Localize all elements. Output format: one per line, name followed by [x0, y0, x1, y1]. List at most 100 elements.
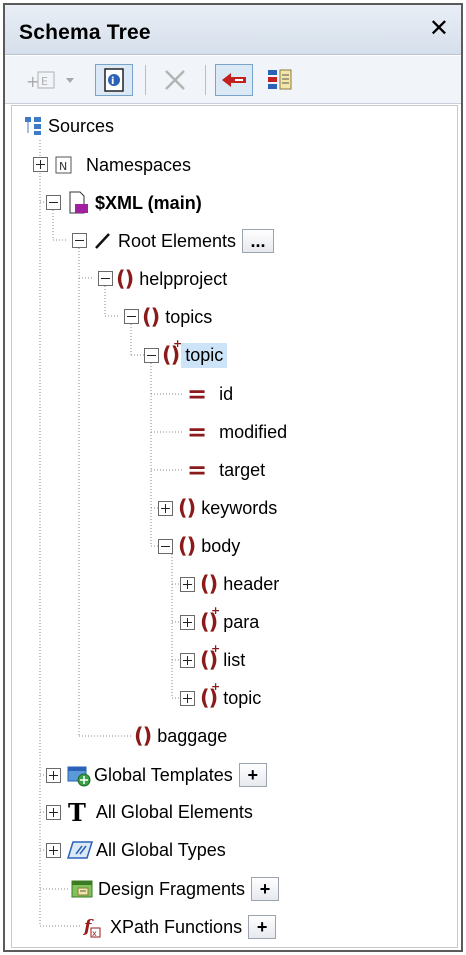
- expand-keywords[interactable]: [158, 501, 173, 516]
- tree-node-global-templates[interactable]: Global Templates +: [66, 760, 267, 790]
- tree-node-sources[interactable]: Sources: [24, 111, 114, 141]
- collapse-body[interactable]: [158, 539, 173, 554]
- global-types-icon: [66, 841, 94, 859]
- list-label: list: [223, 649, 246, 670]
- schema-tree-panel: Schema Tree ✕ + E i Sources N Namespaces…: [3, 3, 463, 952]
- collapse-root-elements[interactable]: [72, 233, 87, 248]
- panel-titlebar: Schema Tree ✕: [5, 5, 461, 55]
- element-icon: (): [142, 305, 160, 329]
- para-label: para: [223, 611, 260, 632]
- element-multiple-icon: () +: [200, 680, 220, 710]
- global-templates-icon: [67, 766, 91, 787]
- tree-node-attr-modified[interactable]: = modified: [187, 417, 287, 447]
- tree-node-body[interactable]: () body: [178, 531, 240, 561]
- tree-node-root-elements[interactable]: Root Elements ...: [94, 226, 275, 256]
- element-multiple-icon: () +: [200, 604, 220, 634]
- element-icon: (): [178, 496, 196, 520]
- expand-namespaces[interactable]: [33, 157, 48, 172]
- expand-para[interactable]: [180, 615, 195, 630]
- topic-child-label: topic: [223, 687, 262, 708]
- add-item-dropdown[interactable]: + E: [23, 64, 83, 96]
- xml-source-icon: [69, 191, 88, 214]
- tree-node-design-fragments[interactable]: Design Fragments +: [70, 874, 280, 904]
- attr-target-label: target: [219, 459, 266, 480]
- all-global-elements-label: All Global Elements: [95, 801, 253, 822]
- tree-node-all-global-types[interactable]: All Global Types: [66, 835, 226, 865]
- panel-toolbar: + E i: [5, 56, 461, 104]
- details-icon: i: [104, 68, 124, 92]
- svg-text:E: E: [41, 75, 48, 88]
- toolbar-separator: [205, 65, 206, 95]
- tree-node-list[interactable]: () + list: [200, 642, 246, 675]
- xml-main-label: $XML (main): [95, 192, 202, 213]
- expand-all-global-elements[interactable]: [46, 805, 61, 820]
- attr-id-label: id: [219, 383, 234, 404]
- tree-node-topic-selected[interactable]: () + topic: [162, 337, 228, 370]
- tree-node-attr-target[interactable]: = target: [187, 455, 265, 485]
- baggage-label: baggage: [157, 725, 228, 746]
- tree-node-all-global-elements[interactable]: T All Global Elements: [68, 797, 253, 827]
- design-fragments-label: Design Fragments: [98, 878, 246, 899]
- panel-title: Schema Tree: [19, 21, 151, 44]
- tree-node-attr-id[interactable]: = id: [187, 379, 233, 409]
- delete-icon: [165, 70, 185, 90]
- expand-list[interactable]: [180, 653, 195, 668]
- tree-node-topic-child[interactable]: () + topic: [200, 680, 262, 713]
- tree-node-keywords[interactable]: () keywords: [178, 493, 277, 523]
- tree-node-helpproject[interactable]: () helpproject: [116, 264, 227, 294]
- tree-node-header[interactable]: () header: [200, 569, 279, 599]
- attribute-icon: =: [187, 380, 208, 408]
- expand-header[interactable]: [180, 577, 195, 592]
- details-button[interactable]: i: [95, 64, 133, 96]
- tree-node-xml-main[interactable]: $XML (main): [67, 188, 202, 218]
- collapse-topics[interactable]: [124, 309, 139, 324]
- design-fragments-icon: [71, 880, 93, 898]
- collapse-helpproject[interactable]: [98, 271, 113, 286]
- schema-tree: Sources N Namespaces $XML (main) Root El…: [11, 105, 458, 948]
- sources-label: Sources: [48, 115, 115, 136]
- sort-icon: [268, 69, 292, 90]
- element-icon: (): [134, 724, 152, 748]
- topic-label: topic: [181, 342, 228, 368]
- design-fragments-add-button[interactable]: +: [251, 877, 280, 901]
- root-elements-label: Root Elements: [118, 230, 237, 251]
- sync-tree-button[interactable]: [215, 64, 253, 96]
- element-icon: (): [178, 534, 196, 558]
- root-elements-more-button[interactable]: ...: [242, 229, 275, 253]
- xpath-functions-add-button[interactable]: +: [248, 915, 277, 939]
- xpath-function-icon: f x: [83, 917, 101, 938]
- global-templates-add-button[interactable]: +: [238, 763, 267, 787]
- sort-tree-button[interactable]: [261, 64, 297, 96]
- expand-global-templates[interactable]: [46, 768, 61, 783]
- body-label: body: [201, 535, 241, 556]
- xpath-functions-label: XPath Functions: [110, 916, 243, 937]
- expand-all-global-types[interactable]: [46, 843, 61, 858]
- root-elements-icon: [95, 233, 110, 249]
- element-icon: (): [200, 572, 218, 596]
- header-label: header: [223, 573, 280, 594]
- element-multiple-icon: () +: [162, 337, 182, 367]
- keywords-label: keywords: [201, 497, 278, 518]
- tree-node-baggage[interactable]: () baggage: [134, 721, 227, 751]
- svg-text:N: N: [59, 160, 67, 173]
- element-multiple-icon: () +: [200, 642, 220, 672]
- namespace-icon: N: [55, 156, 72, 174]
- tree-node-topics[interactable]: () topics: [142, 302, 212, 332]
- collapse-topic[interactable]: [144, 348, 159, 363]
- namespaces-label: Namespaces: [86, 154, 192, 175]
- tree-node-namespaces[interactable]: N Namespaces: [54, 150, 191, 180]
- attr-modified-label: modified: [219, 421, 288, 442]
- topics-label: topics: [165, 306, 213, 327]
- attribute-icon: =: [187, 456, 208, 484]
- remove-button[interactable]: [155, 64, 195, 96]
- collapse-xml-main[interactable]: [46, 195, 61, 210]
- svg-text:+: +: [26, 72, 39, 91]
- close-icon[interactable]: ✕: [429, 17, 449, 41]
- global-templates-label: Global Templates: [94, 764, 233, 785]
- expand-topic-child[interactable]: [180, 691, 195, 706]
- add-item-icon: + E: [26, 71, 74, 91]
- sync-icon: [222, 73, 246, 87]
- tree-node-xpath-functions[interactable]: f x XPath Functions +: [82, 912, 277, 942]
- svg-text:i: i: [111, 76, 114, 87]
- tree-node-para[interactable]: () + para: [200, 604, 260, 637]
